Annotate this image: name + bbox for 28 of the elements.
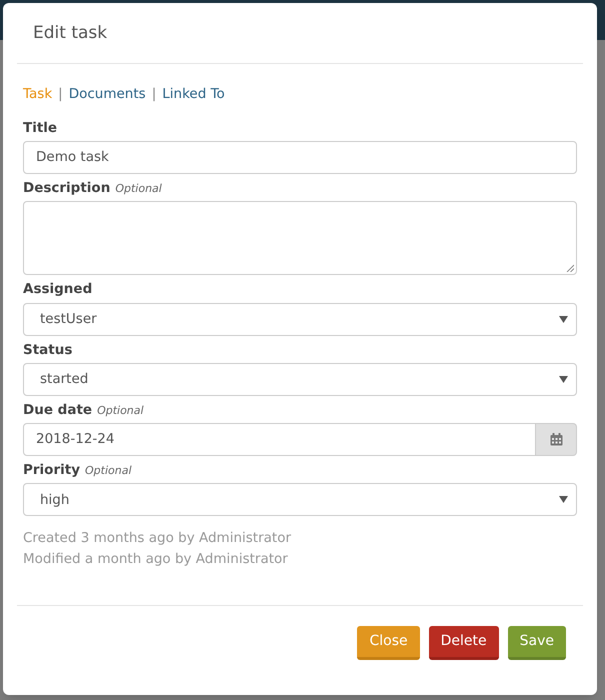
- dialog-title: Edit task: [33, 23, 108, 43]
- field-label: Due date: [23, 400, 92, 420]
- resize-handle-icon[interactable]: [566, 264, 574, 272]
- history-text: Modified a month ago by Administrator: [23, 550, 289, 570]
- select-dropdown[interactable]: testUser: [23, 302, 577, 336]
- tab-link[interactable]: Documents: [68, 84, 146, 104]
- history-text: Created 3 months ago by Administrator: [23, 529, 292, 548]
- field-label: Priority: [23, 461, 80, 480]
- delete-button[interactable]: Delete: [428, 626, 499, 660]
- select-dropdown[interactable]: started: [23, 362, 577, 396]
- field-label: Description: [23, 179, 110, 198]
- field-label: Assigned: [23, 280, 92, 300]
- calendar-button[interactable]: [536, 423, 577, 456]
- field-label: Status: [23, 340, 72, 360]
- tab-separator: |: [58, 84, 63, 104]
- date-input[interactable]: 2018-12-24: [23, 423, 536, 456]
- tab-separator: |: [152, 84, 156, 104]
- calendar-icon: [550, 433, 562, 446]
- caret-icon: [559, 316, 568, 322]
- select-dropdown[interactable]: high: [23, 483, 577, 516]
- tab-link[interactable]: Linked To: [162, 84, 225, 104]
- caret-icon: [559, 376, 568, 383]
- optional-hint: Optional: [97, 402, 144, 419]
- optional-hint: Optional: [115, 181, 162, 197]
- caret-icon: [559, 496, 568, 504]
- title-input[interactable]: Demo task: [23, 141, 577, 174]
- field-label: Title: [23, 118, 58, 138]
- optional-hint: Optional: [85, 463, 132, 479]
